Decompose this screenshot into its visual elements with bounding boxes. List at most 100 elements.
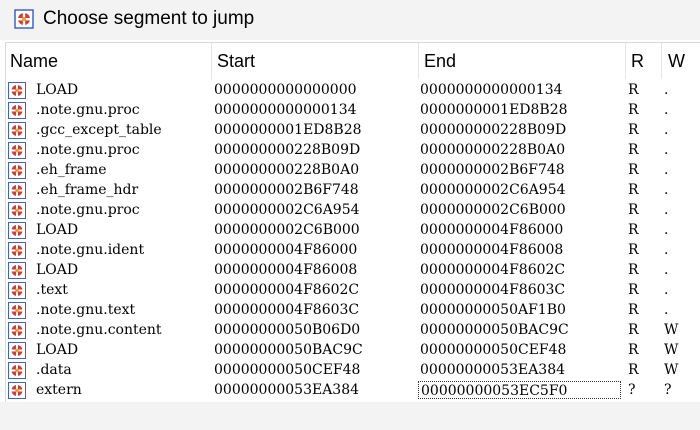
segment-start-cell: 00000000050CEF48 xyxy=(214,362,361,378)
segment-start-cell: 0000000002C6A954 xyxy=(214,202,360,218)
segment-icon xyxy=(8,262,26,279)
segment-start-cell: 00000000053EA384 xyxy=(214,382,360,398)
segment-write-flag-cell: . xyxy=(664,242,669,258)
segment-name-cell: .note.gnu.text xyxy=(36,302,136,318)
table-row[interactable]: .note.gnu.proc 0000000002C6A954 0000000002… xyxy=(6,200,700,220)
segment-start-cell: 0000000001ED8B28 xyxy=(214,122,362,138)
segment-read-flag-cell: R xyxy=(628,342,639,358)
segment-read-flag-cell: R xyxy=(628,262,639,278)
segment-end-cell: 0000000004F8603C xyxy=(420,282,566,298)
segment-start-cell: 0000000004F86000 xyxy=(214,242,358,258)
segment-end-cell: 000000000228B0A0 xyxy=(420,142,566,158)
table-row[interactable]: .data 00000000050CEF48 00000000053EA384 R W xyxy=(6,360,700,380)
segment-read-flag-cell: R xyxy=(628,162,639,178)
segment-start-cell: 0000000004F8602C xyxy=(214,282,360,298)
segment-table[interactable]: Name Start End R W LOAD 0000000000000000 0… xyxy=(5,42,700,403)
segment-end-cell: 000000000228B09D xyxy=(420,122,567,138)
table-row[interactable]: LOAD 0000000002C6B000 0000000004F86000 R. xyxy=(6,220,700,240)
segment-name-cell: LOAD xyxy=(36,262,79,278)
segment-end-cell: 0000000002C6A954 xyxy=(420,182,566,198)
segment-start-cell: 0000000004F8603C xyxy=(214,302,360,318)
segment-read-flag-cell: R xyxy=(628,122,639,138)
segment-icon xyxy=(8,102,26,119)
segment-end-cell: 0000000002C6B000 xyxy=(420,202,566,218)
segment-icon xyxy=(8,182,26,199)
segment-read-flag-cell: R xyxy=(628,322,639,338)
segment-read-flag-cell: R xyxy=(628,142,639,158)
segment-icon xyxy=(8,242,26,259)
segment-icon xyxy=(8,162,26,179)
table-row[interactable]: .gcc_except_table 0000000001ED8B28 0000000… xyxy=(6,120,700,140)
segment-start-cell: 000000000228B0A0 xyxy=(214,162,360,178)
segment-start-cell: 000000000228B09D xyxy=(214,142,361,158)
segment-name-cell: .gcc_except_table xyxy=(36,122,162,138)
segment-write-flag-cell: W xyxy=(664,322,679,338)
segment-write-flag-cell: ? xyxy=(664,382,672,398)
segment-write-flag-cell: . xyxy=(664,282,669,298)
segment-read-flag-cell: R xyxy=(628,362,639,378)
segment-icon xyxy=(8,362,26,379)
title-bar: Choose segment to jump xyxy=(0,0,700,40)
column-header-r[interactable]: R xyxy=(626,43,662,79)
segment-icon xyxy=(8,302,26,319)
ida-segment-icon xyxy=(14,9,34,29)
segment-end-cell: 0000000001ED8B28 xyxy=(420,102,568,118)
segment-icon xyxy=(8,222,26,239)
segment-end-cell: 0000000000000134 xyxy=(420,82,563,98)
table-header: Name Start End R W xyxy=(6,43,700,79)
segment-name-cell: .note.gnu.proc xyxy=(36,102,140,118)
table-row[interactable]: .note.gnu.proc 000000000228B09D 0000000002… xyxy=(6,140,700,160)
segment-icon xyxy=(8,342,26,359)
column-header-name[interactable]: Name xyxy=(6,43,212,79)
segment-write-flag-cell: . xyxy=(664,142,669,158)
table-row[interactable]: .note.gnu.content 00000000050B06D0 0000000… xyxy=(6,320,700,340)
table-row[interactable]: .note.gnu.text 0000000004F8603C 0000000005… xyxy=(6,300,700,320)
segment-start-cell: 00000000050B06D0 xyxy=(214,322,361,338)
segment-write-flag-cell: . xyxy=(664,262,669,278)
segment-name-cell: .note.gnu.proc xyxy=(36,142,140,158)
segment-start-cell: 0000000004F86008 xyxy=(214,262,358,278)
window-title: Choose segment to jump xyxy=(43,8,255,29)
segment-write-flag-cell: . xyxy=(664,82,669,98)
segment-name-cell: .note.gnu.proc xyxy=(36,202,140,218)
segment-end-cell: 00000000050BAC9C xyxy=(420,322,569,338)
segment-write-flag-cell: . xyxy=(664,222,669,238)
table-row[interactable]: .note.gnu.proc 0000000000000134 0000000001… xyxy=(6,100,700,120)
table-row[interactable]: LOAD 0000000000000000 0000000000000134 R. xyxy=(6,80,700,100)
column-header-w[interactable]: W xyxy=(662,43,700,79)
segment-read-flag-cell: R xyxy=(628,182,639,198)
column-header-start[interactable]: Start xyxy=(212,43,419,79)
column-header-end[interactable]: End xyxy=(419,43,626,79)
segment-name-cell: .note.gnu.ident xyxy=(36,242,145,258)
table-row[interactable]: .note.gnu.ident 0000000004F86000 000000000… xyxy=(6,240,700,260)
segment-name-cell: .eh_frame xyxy=(36,162,107,178)
table-row[interactable]: .text 0000000004F8602C 0000000004F8603C R. xyxy=(6,280,700,300)
table-body: LOAD 0000000000000000 0000000000000134 R. .n… xyxy=(6,80,700,400)
segment-name-cell: LOAD xyxy=(36,82,79,98)
segment-end-cell: 00000000050CEF48 xyxy=(420,342,567,358)
table-row[interactable]: LOAD 0000000004F86008 0000000004F8602C R. xyxy=(6,260,700,280)
segment-write-flag-cell: . xyxy=(664,102,669,118)
segment-icon xyxy=(8,82,26,99)
table-row[interactable]: .eh_frame_hdr 0000000002B6F748 0000000002C… xyxy=(6,180,700,200)
segment-name-cell: LOAD xyxy=(36,222,79,238)
segment-write-flag-cell: . xyxy=(664,202,669,218)
segment-read-flag-cell: R xyxy=(628,102,639,118)
segment-end-cell: 0000000004F86000 xyxy=(420,222,564,238)
table-row[interactable]: .eh_frame 000000000228B0A0 0000000002B6F74… xyxy=(6,160,700,180)
segment-end-cell: 00000000053EC5F0 xyxy=(418,381,621,399)
segment-name-cell: .note.gnu.content xyxy=(36,322,162,338)
segment-write-flag-cell: . xyxy=(664,182,669,198)
segment-name-cell: .data xyxy=(36,362,72,378)
table-row[interactable]: extern 00000000053EA384 00000000053EC5F0?? xyxy=(6,380,700,400)
segment-read-flag-cell: R xyxy=(628,282,639,298)
segment-write-flag-cell: W xyxy=(664,342,679,358)
segment-end-cell: 00000000050AF1B0 xyxy=(420,302,566,318)
segment-icon xyxy=(8,322,26,339)
segment-write-flag-cell: W xyxy=(664,362,679,378)
table-row[interactable]: LOAD 00000000050BAC9C 00000000050CEF48 R W xyxy=(6,340,700,360)
segment-read-flag-cell: R xyxy=(628,302,639,318)
segment-read-flag-cell: R xyxy=(628,82,639,98)
segment-start-cell: 0000000000000134 xyxy=(214,102,357,118)
segment-name-cell: .eh_frame_hdr xyxy=(36,182,139,198)
